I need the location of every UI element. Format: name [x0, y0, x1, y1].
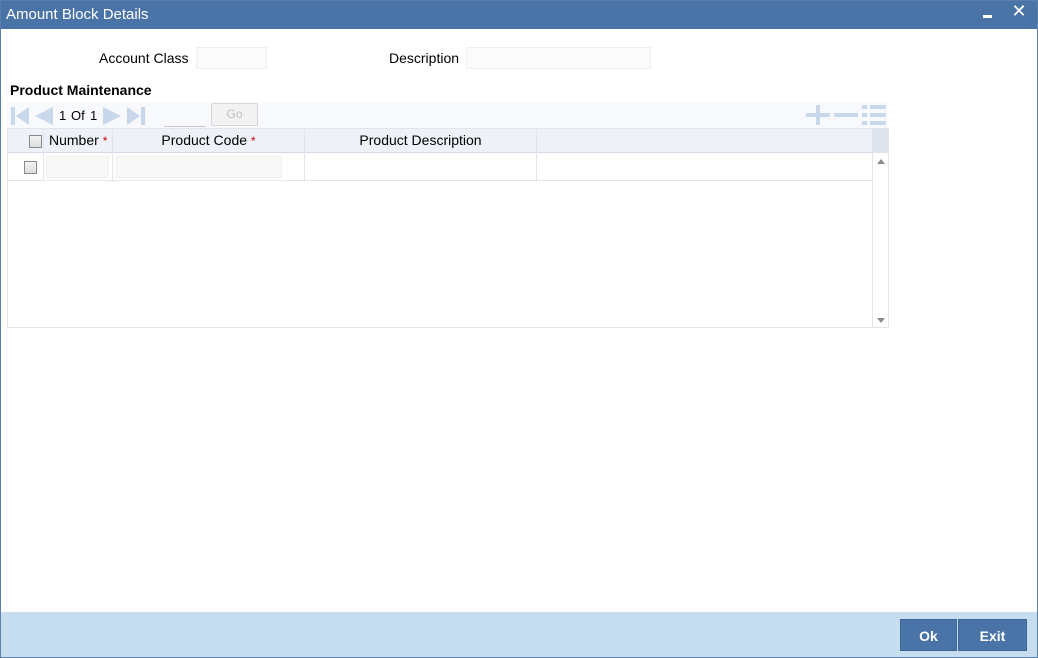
next-page-icon[interactable]: [101, 106, 125, 126]
number-cell: [44, 153, 113, 181]
last-page-icon[interactable]: [125, 106, 149, 126]
title-bar: Amount Block Details ✕: [1, 1, 1037, 29]
row-filler-cell: [537, 153, 872, 181]
column-label-number: Number: [49, 132, 99, 148]
delete-row-icon[interactable]: [833, 104, 859, 126]
required-marker: *: [250, 134, 256, 148]
total-pages: 1: [90, 108, 98, 123]
scroll-down-icon[interactable]: [877, 318, 885, 323]
column-label-product-description: Product Description: [359, 132, 482, 148]
first-page-icon[interactable]: [9, 106, 31, 126]
column-header-product-description: Product Description: [305, 129, 537, 153]
column-label-product-code: Product Code: [161, 132, 248, 148]
scroll-up-icon[interactable]: [877, 159, 885, 164]
product-code-cell: [113, 153, 305, 181]
page-of-label: Of: [71, 108, 85, 123]
description-label: Description: [389, 50, 460, 66]
select-all-checkbox[interactable]: [29, 135, 42, 148]
account-class-label: Account Class: [99, 50, 189, 66]
go-button[interactable]: Go: [211, 103, 258, 126]
add-row-icon[interactable]: [805, 104, 831, 126]
amount-block-details-window: Amount Block Details ✕ Account Class Des…: [0, 0, 1038, 658]
grid-toolbar: 1 Of 1 Go: [7, 102, 887, 128]
description-input[interactable]: [466, 47, 651, 69]
exit-button[interactable]: Exit: [958, 619, 1027, 651]
select-all-cell: [8, 129, 44, 153]
product-grid: Number * Product Code * Product Descript…: [7, 128, 889, 328]
single-view-icon[interactable]: [861, 104, 887, 126]
window-title: Amount Block Details: [6, 6, 149, 23]
footer-bar: Ok Exit: [1, 612, 1037, 657]
table-row: [8, 153, 872, 181]
column-header-filler: [537, 129, 872, 153]
required-marker: *: [102, 134, 108, 148]
ok-button[interactable]: Ok: [900, 619, 957, 651]
minimize-icon[interactable]: [981, 5, 995, 23]
product-description-cell: [305, 153, 537, 181]
current-page: 1: [59, 108, 67, 123]
account-class-input[interactable]: [196, 47, 267, 69]
column-header-number: Number *: [44, 129, 113, 153]
scrollbar-header-block: [873, 129, 889, 153]
product-code-input[interactable]: [116, 156, 282, 178]
page-number-input[interactable]: [164, 107, 206, 127]
grid-header: Number * Product Code * Product Descript…: [8, 129, 872, 153]
grid-scrollbar[interactable]: [872, 129, 889, 327]
row-checkbox[interactable]: [24, 161, 37, 174]
prev-page-icon[interactable]: [31, 106, 55, 126]
number-input[interactable]: [46, 156, 109, 178]
row-select-cell: [8, 153, 44, 181]
product-maintenance-title: Product Maintenance: [10, 82, 152, 98]
column-header-product-code: Product Code *: [113, 129, 305, 153]
close-icon[interactable]: ✕: [1010, 1, 1028, 21]
